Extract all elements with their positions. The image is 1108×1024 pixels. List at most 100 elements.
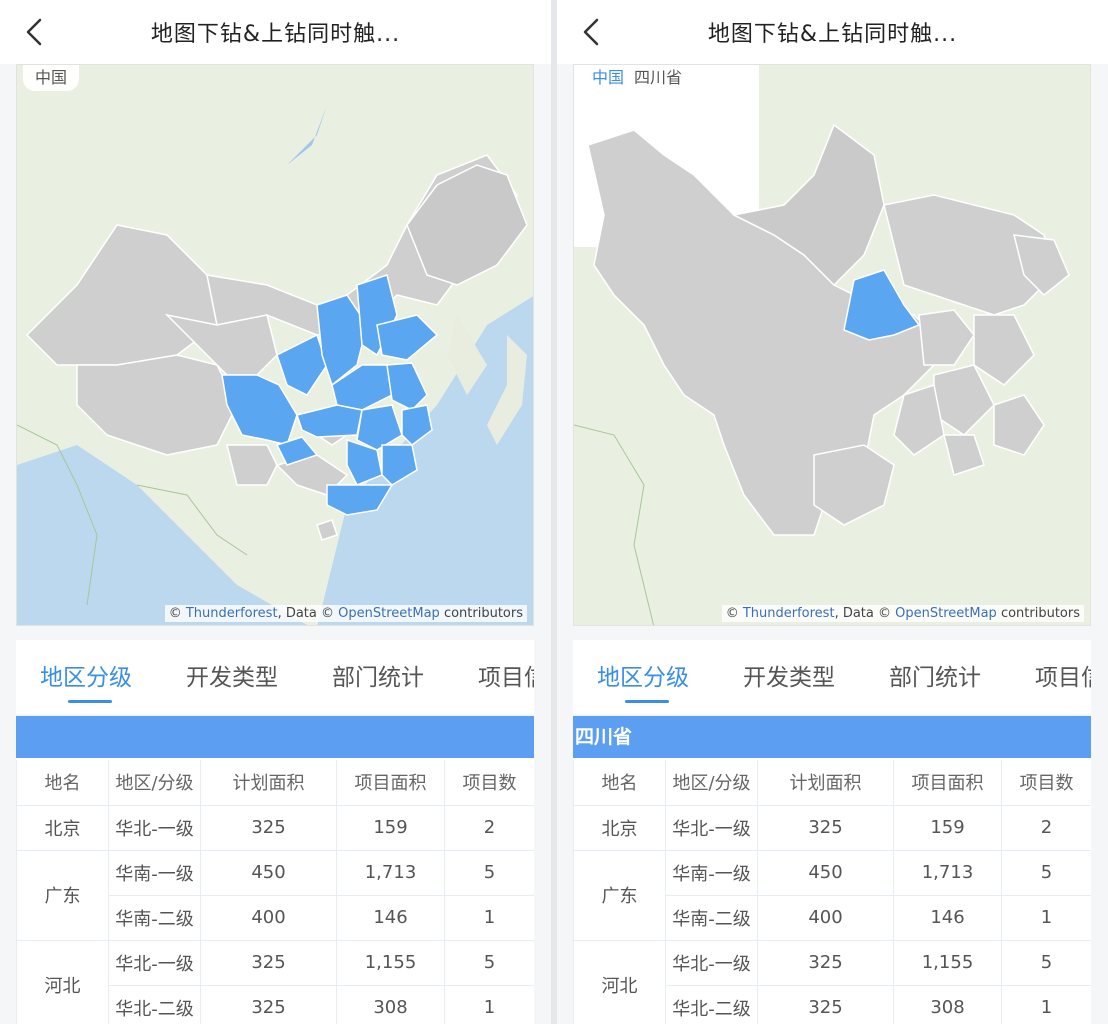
table-header-row: 地名 地区/分级 计划面积 项目面积 项目数 [573, 760, 1091, 806]
column-header[interactable]: 项目面积 [893, 760, 1002, 806]
region-yunnan[interactable] [226, 444, 278, 486]
table-header-row: 地名 地区/分级 计划面积 项目面积 项目数 [16, 760, 534, 806]
table-cell: 5 [444, 939, 534, 986]
thunderforest-link[interactable]: Thunderforest [186, 606, 278, 621]
tab-project-info[interactable]: 项目信 [478, 658, 534, 692]
region-anhui[interactable] [356, 404, 403, 451]
tab-region-level[interactable]: 地区分级 [40, 658, 132, 692]
region-ziyang[interactable] [918, 309, 975, 366]
region-hainan[interactable] [316, 519, 338, 541]
table-cell: 北京 [573, 804, 666, 851]
table-cell: 华南-一级 [665, 849, 758, 896]
region-tibet[interactable] [76, 354, 238, 456]
table-cell: 325 [757, 939, 894, 986]
table-cell: 1,713 [336, 849, 445, 896]
group-header [16, 716, 534, 758]
table-cell: 5 [444, 849, 534, 896]
breadcrumb-item-china: 中国 [35, 68, 68, 87]
column-header[interactable]: 地区/分级 [108, 760, 201, 806]
region-liangshan[interactable] [813, 444, 895, 526]
tab-dept-stats[interactable]: 部门统计 [332, 658, 424, 692]
table-cell: 146 [336, 894, 445, 941]
region-sichuan[interactable] [221, 374, 298, 446]
table-cell: 450 [200, 849, 337, 896]
table-cell: 325 [200, 939, 337, 986]
back-button[interactable] [575, 14, 609, 50]
table-row[interactable]: 广东 华南-一级 450 1,713 5 [573, 849, 1091, 941]
tab-dept-stats[interactable]: 部门统计 [889, 658, 981, 692]
table-row[interactable]: 河北 华北-一级 325 1,155 5 [573, 939, 1091, 1024]
table-cell: 1,155 [893, 939, 1002, 986]
tab-bar: 地区分级 开发类型 部门统计 项目信 [573, 640, 1091, 714]
table-cell: 2 [444, 804, 534, 851]
table-cell: 308 [893, 984, 1002, 1024]
table-cell: 华北-二级 [108, 984, 201, 1024]
table-cell: 华南-二级 [665, 894, 758, 941]
map-view[interactable]: 中国 © Thunderforest, Data © OpenStreetMap… [16, 64, 534, 626]
table-cell: 华北-二级 [665, 984, 758, 1024]
region-nanchong[interactable] [973, 314, 1035, 386]
table-row[interactable]: 北京 华北-一级 325 159 2 [16, 804, 534, 851]
chevron-left-icon [583, 18, 599, 46]
column-header[interactable]: 项目数 [444, 760, 534, 806]
tab-region-level[interactable]: 地区分级 [597, 658, 689, 692]
table-cell: 400 [200, 894, 337, 941]
table-row[interactable]: 河北 华北-一级 325 1,155 5 [16, 939, 534, 1024]
table-cell: 河北 [573, 939, 666, 1024]
column-header[interactable]: 地名 [573, 760, 666, 806]
region-jiangsu[interactable] [386, 362, 428, 411]
map-attribution: © Thunderforest, Data © OpenStreetMap co… [164, 605, 527, 622]
table-cell: 1,713 [893, 849, 1002, 896]
back-button[interactable] [18, 14, 52, 50]
table-cell: 华北-一级 [665, 939, 758, 986]
table-cell: 450 [757, 849, 894, 896]
column-header[interactable]: 计划面积 [200, 760, 337, 806]
table-cell: 5 [1001, 939, 1091, 986]
table-cell: 5 [1001, 849, 1091, 896]
tab-project-info[interactable]: 项目信 [1035, 658, 1091, 692]
data-table: 地名 地区/分级 计划面积 项目面积 项目数 北京 华北-一级 325 159 … [16, 716, 534, 1024]
data-table: 四川省 地名 地区/分级 计划面积 项目面积 项目数 北京 华北-一级 325 … [573, 716, 1091, 1024]
breadcrumb-item-china[interactable]: 中国 [592, 67, 624, 89]
table-cell: 325 [757, 984, 894, 1024]
phone-screen-china: 地图下钻&上钻同时触... 中国 © Thunderforest, Data ©… [0, 0, 551, 1024]
map-view[interactable]: 中国 四川省 © Thunderforest, Data © OpenStree… [573, 64, 1091, 626]
table-row[interactable]: 广东 华南-一级 450 1,713 5 [16, 849, 534, 941]
table-cell: 广东 [16, 849, 109, 941]
sichuan-map[interactable] [574, 65, 1091, 626]
table-row[interactable]: 北京 华北-一级 325 159 2 [573, 804, 1091, 851]
tab-active-indicator [68, 700, 112, 703]
table-cell: 325 [757, 804, 894, 851]
thunderforest-link[interactable]: Thunderforest [743, 606, 835, 621]
table-cell: 华北-一级 [108, 939, 201, 986]
china-map[interactable] [17, 65, 534, 626]
column-header[interactable]: 项目面积 [336, 760, 445, 806]
region-gansu[interactable] [276, 333, 328, 396]
region-xinjiang[interactable] [25, 224, 218, 366]
column-header[interactable]: 计划面积 [757, 760, 894, 806]
table-cell: 159 [893, 804, 1002, 851]
column-header[interactable]: 地区/分级 [665, 760, 758, 806]
table-cell: 1 [444, 984, 534, 1024]
column-header[interactable]: 地名 [16, 760, 109, 806]
region-neijiang[interactable] [933, 364, 995, 436]
table-cell: 400 [757, 894, 894, 941]
table-cell: 1 [1001, 894, 1091, 941]
table-cell: 1 [1001, 984, 1091, 1024]
region-hubei[interactable] [296, 404, 363, 438]
openstreetmap-link[interactable]: OpenStreetMap [338, 606, 440, 621]
table-cell: 河北 [16, 939, 109, 1024]
breadcrumb-item-sichuan: 四川省 [634, 68, 683, 87]
region-yibin[interactable] [943, 434, 985, 476]
breadcrumb: 中国 [23, 65, 80, 91]
region-luzhou[interactable] [993, 394, 1045, 456]
table-cell: 1 [444, 894, 534, 941]
openstreetmap-link[interactable]: OpenStreetMap [895, 606, 997, 621]
tab-dev-type[interactable]: 开发类型 [186, 658, 278, 692]
page-title: 地图下钻&上钻同时触... [707, 22, 958, 47]
tab-dev-type[interactable]: 开发类型 [743, 658, 835, 692]
column-header[interactable]: 项目数 [1001, 760, 1091, 806]
table-cell: 华北-一级 [108, 804, 201, 851]
page-title: 地图下钻&上钻同时触... [150, 22, 401, 47]
region-northeast[interactable] [406, 164, 528, 286]
